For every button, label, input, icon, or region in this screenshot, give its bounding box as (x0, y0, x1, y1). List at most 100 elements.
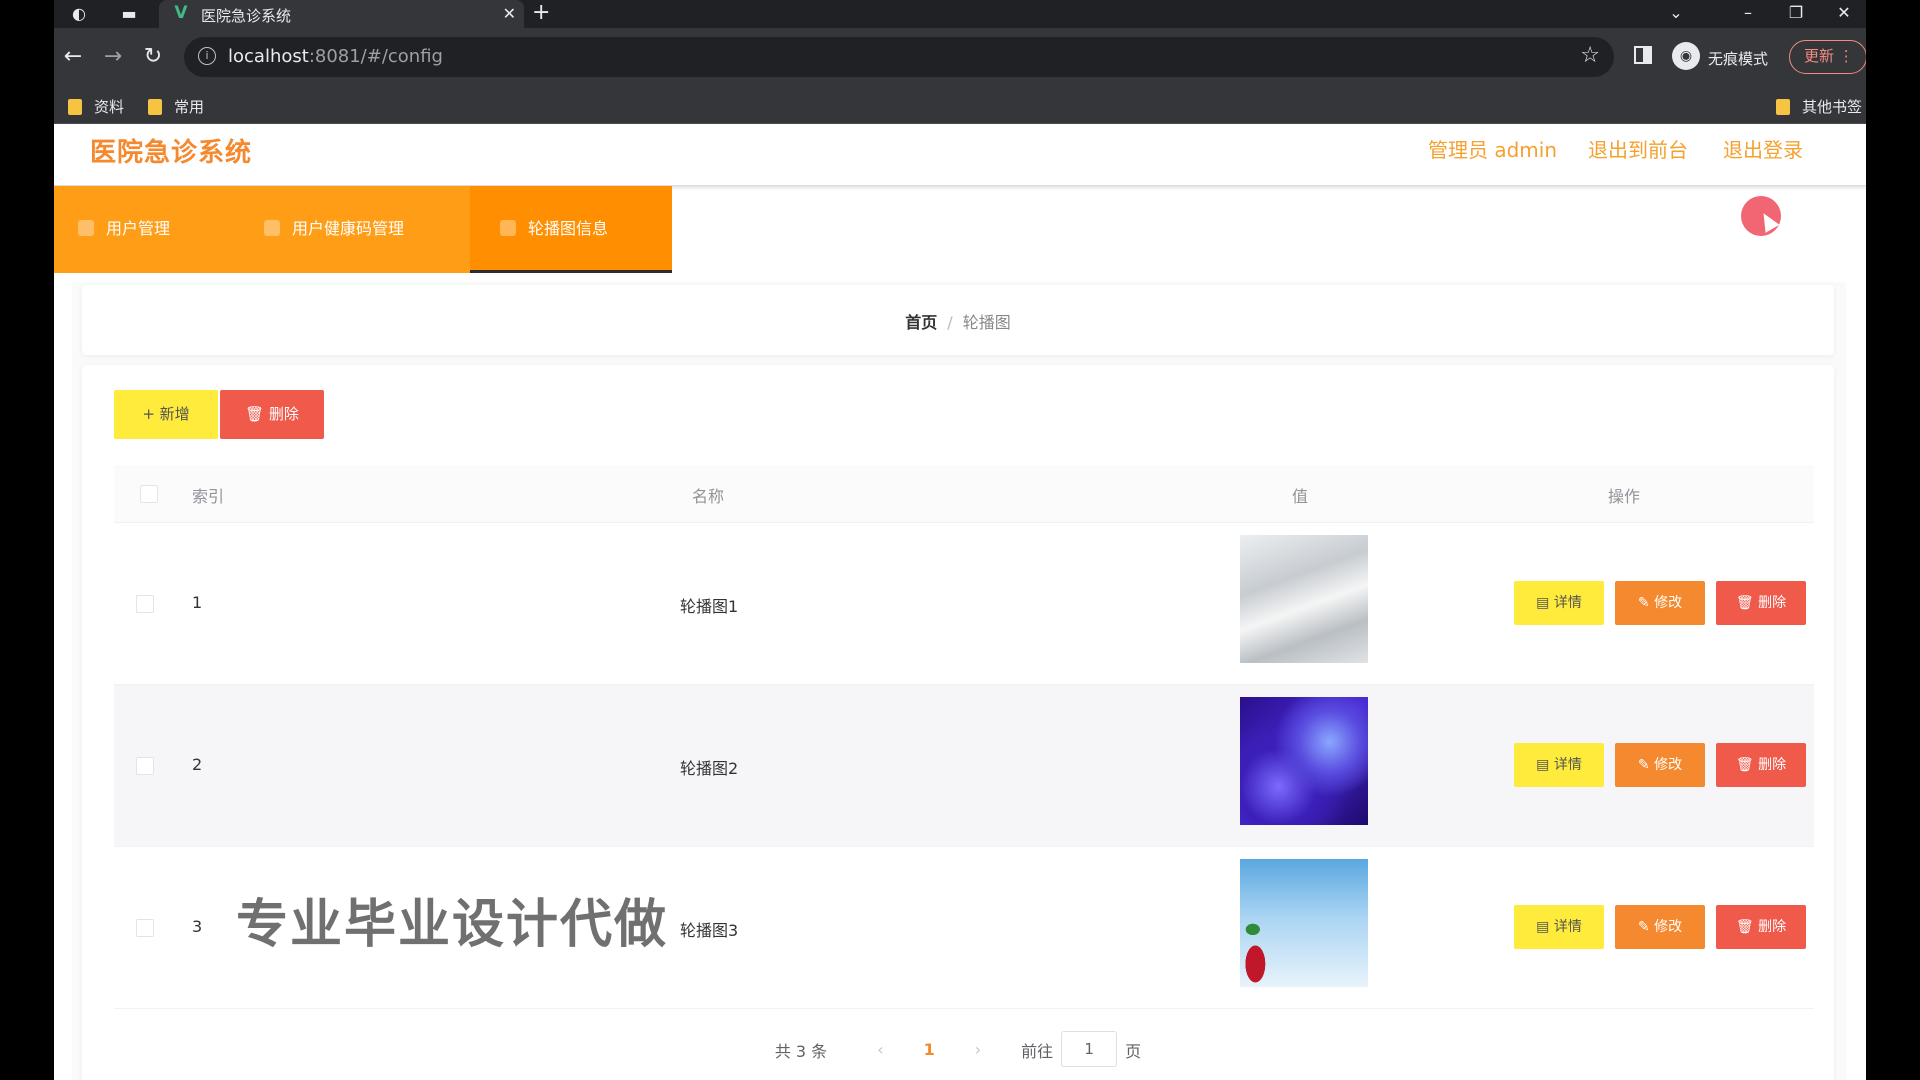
tab-search-icon[interactable]: ⌄ (1664, 3, 1688, 22)
bookmark-label: 其他书签 (1802, 98, 1863, 116)
detail-button[interactable]: ▤ 详情 (1514, 581, 1604, 625)
edit-button[interactable]: ✎ 修改 (1615, 743, 1705, 787)
document-icon: ▤ (1536, 919, 1554, 935)
detail-label: 详情 (1553, 595, 1582, 611)
browser-window: ◐ ▬ V 医院急诊系统 ✕ + ⌄ – ❐ ✕ ← → ↻ i localho… (54, 0, 1866, 1080)
breadcrumb-home[interactable]: 首页 (905, 313, 937, 332)
row-checkbox[interactable] (136, 595, 154, 613)
breadcrumb: 首页 / 轮播图 (82, 309, 1834, 333)
pagination-goto-input[interactable] (1061, 1031, 1118, 1067)
bookmark-folder[interactable]: 常用 (148, 96, 204, 117)
folder-icon (1776, 99, 1790, 115)
grid-icon (264, 220, 280, 236)
menu-item-label: 用户管理 (106, 219, 171, 238)
incognito-icon[interactable]: ◉ (1672, 42, 1700, 70)
url-path: :8081/#/config (308, 46, 443, 67)
chevron-right-icon[interactable]: › (975, 1040, 981, 1059)
forward-icon[interactable]: → (98, 42, 128, 72)
delete-button[interactable]: 🗑 删除 (1716, 581, 1806, 625)
row-name: 轮播图2 (680, 759, 739, 778)
row-image[interactable] (1240, 697, 1368, 825)
logout-link[interactable]: 退出登录 (1723, 134, 1803, 163)
app-title: 医院急诊系统 (90, 138, 253, 168)
pagination-page-suffix: 页 (1125, 1041, 1142, 1061)
tab-list-icon[interactable]: ▬ (118, 4, 140, 24)
document-icon: ▤ (1536, 595, 1554, 611)
folder-icon (68, 99, 82, 115)
edit-button[interactable]: ✎ 修改 (1615, 581, 1705, 625)
url-text[interactable]: localhost:8081/#/config (228, 46, 443, 67)
column-header-value: 值 (1292, 487, 1309, 506)
select-all-checkbox[interactable] (140, 485, 158, 503)
row-checkbox[interactable] (136, 757, 154, 775)
chevron-left-icon[interactable]: ‹ (877, 1040, 883, 1059)
reload-icon[interactable]: ↻ (138, 42, 168, 72)
address-bar[interactable]: i localhost:8081/#/config ☆ (184, 37, 1614, 77)
new-tab-icon[interactable]: + (532, 2, 550, 24)
breadcrumb-card: 首页 / 轮播图 (82, 285, 1834, 355)
breadcrumb-separator: / (947, 313, 953, 332)
plus-icon: + (142, 405, 160, 423)
row-index: 1 (192, 593, 203, 612)
menu-item-label: 轮播图信息 (528, 219, 609, 238)
back-to-front-link[interactable]: 退出到前台 (1588, 134, 1688, 163)
close-icon[interactable]: ✕ (503, 4, 516, 23)
edit-label: 修改 (1654, 757, 1683, 773)
admin-user-label: 管理员 admin (1428, 138, 1558, 162)
window-close-icon[interactable]: ✕ (1832, 3, 1856, 22)
pencil-icon: ✎ (1637, 919, 1655, 935)
column-header-index: 索引 (192, 487, 225, 506)
row-name: 轮播图1 (680, 597, 739, 616)
menu-item-label: 用户健康码管理 (292, 219, 405, 238)
edit-label: 修改 (1654, 595, 1683, 611)
folder-icon (148, 99, 162, 115)
pencil-icon: ✎ (1637, 757, 1655, 773)
bookmarks-bar: 资料 常用 其他书签 (54, 88, 1866, 124)
row-image[interactable] (1240, 535, 1368, 663)
bookmark-folder[interactable]: 资料 (68, 96, 124, 117)
info-icon[interactable]: i (198, 47, 216, 65)
document-icon: ▤ (1536, 757, 1554, 773)
tab-active[interactable]: V 医院急诊系统 ✕ (159, 0, 524, 28)
incognito-label: 无痕模式 (1708, 50, 1769, 68)
menu-item-carousel[interactable]: 轮播图信息 (470, 186, 672, 273)
delete-label: 删除 (268, 405, 299, 423)
trash-icon: 🗑 (1735, 757, 1759, 773)
detail-button[interactable]: ▤ 详情 (1514, 743, 1604, 787)
delete-label: 删除 (1758, 919, 1787, 935)
menu-item-users[interactable]: 用户管理 (78, 186, 170, 273)
row-index: 2 (192, 755, 203, 774)
update-button[interactable]: 更新 ⋮ (1789, 40, 1866, 74)
row-index: 3 (192, 917, 203, 936)
pagination-current-page[interactable]: 1 (924, 1040, 935, 1059)
minimize-icon[interactable]: – (1736, 3, 1760, 22)
trash-icon: 🗑 (1735, 595, 1759, 611)
other-bookmarks[interactable]: 其他书签 (1776, 96, 1862, 117)
table-row: 1 轮播图1 ▤ 详情 ✎ 修改 🗑 删除 (114, 523, 1814, 685)
edit-button[interactable]: ✎ 修改 (1615, 905, 1705, 949)
browser-menu-icon[interactable]: ◐ (68, 4, 90, 24)
content-card: + 新增 🗑 删除 索引 名称 值 操作 1 轮播图1 ▤ 详情 ✎ 修改 🗑 … (82, 365, 1834, 1080)
tab-strip: ◐ ▬ V 医院急诊系统 ✕ + ⌄ – ❐ ✕ (54, 0, 1866, 28)
back-icon[interactable]: ← (58, 42, 88, 72)
delete-button[interactable]: 🗑 删除 (1716, 743, 1806, 787)
edit-label: 修改 (1654, 919, 1683, 935)
vue-favicon-icon: V (174, 3, 188, 23)
detail-button[interactable]: ▤ 详情 (1514, 905, 1604, 949)
update-label: 更新 (1804, 47, 1835, 65)
menu-item-health-code[interactable]: 用户健康码管理 (264, 186, 404, 273)
bulk-delete-button[interactable]: 🗑 删除 (220, 390, 324, 439)
restore-icon[interactable]: ❐ (1784, 3, 1808, 22)
side-panel-icon[interactable] (1634, 46, 1652, 64)
image-icon (500, 220, 516, 236)
column-header-actions: 操作 (1608, 487, 1641, 506)
table-row: 2 轮播图2 ▤ 详情 ✎ 修改 🗑 删除 (114, 685, 1814, 847)
add-button[interactable]: + 新增 (114, 390, 218, 439)
row-image[interactable] (1240, 859, 1368, 987)
star-icon[interactable]: ☆ (1580, 43, 1600, 68)
delete-button[interactable]: 🗑 删除 (1716, 905, 1806, 949)
delete-label: 删除 (1758, 595, 1787, 611)
row-checkbox[interactable] (136, 919, 154, 937)
pagination: 共 3 条 ‹ 1 › 前往 页 (82, 1031, 1834, 1067)
top-menu: 用户管理 用户健康码管理 轮播图信息 (54, 186, 672, 273)
